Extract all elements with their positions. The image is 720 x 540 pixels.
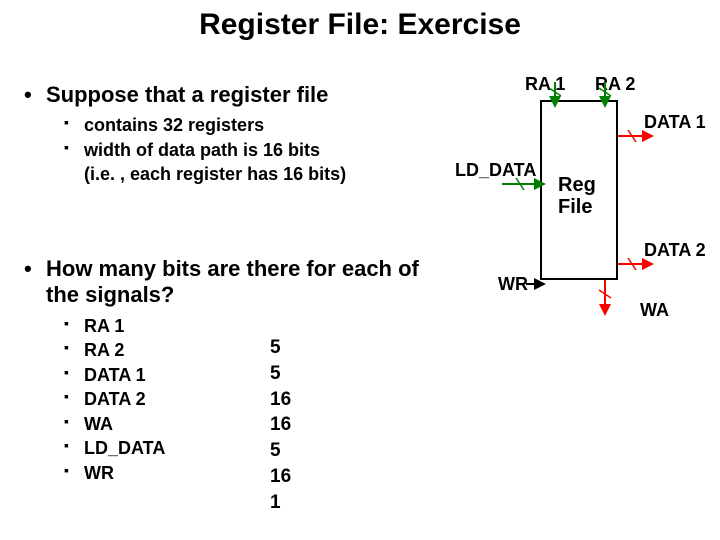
- signal-wr: WR: [24, 462, 454, 485]
- label-wa: WA: [640, 300, 669, 321]
- register-file-label: Reg File: [558, 174, 596, 218]
- signal-lddata: LD_DATA: [24, 437, 454, 460]
- file-text: File: [558, 196, 592, 218]
- arrow-wa-out: [596, 278, 614, 318]
- sub-32-regs: contains 32 registers: [24, 114, 454, 137]
- label-wr: WR: [498, 274, 528, 295]
- reg-text: Reg: [558, 174, 596, 196]
- signal-ra2: RA 2: [24, 339, 454, 362]
- ans-data1: 16: [270, 388, 291, 412]
- label-lddata: LD_DATA: [455, 160, 536, 181]
- sub-width-16-paren: (i.e. , each register has 16 bits): [24, 163, 454, 186]
- answers-column: 5 5 16 16 5 16 1: [270, 334, 291, 516]
- signal-data2: DATA 2: [24, 388, 454, 411]
- signal-wa: WA: [24, 413, 454, 436]
- ans-data2: 16: [270, 413, 291, 437]
- label-data2: DATA 2: [644, 240, 706, 261]
- label-ra2: RA 2: [595, 74, 635, 95]
- label-data1: DATA 1: [644, 112, 706, 133]
- slide-title: Register File: Exercise: [0, 8, 720, 42]
- bullet-question: How many bits are there for each of the …: [24, 256, 454, 309]
- ans-ra2: 5: [270, 362, 291, 386]
- signal-ra1: RA 1: [24, 315, 454, 338]
- ans-wr: 1: [270, 491, 291, 515]
- bullet-intro: Suppose that a register file: [24, 82, 454, 108]
- label-ra1: RA 1: [525, 74, 565, 95]
- signal-data1: DATA 1: [24, 364, 454, 387]
- ans-wa: 5: [270, 439, 291, 463]
- ans-ra1: 5: [270, 336, 291, 360]
- ans-lddata: 16: [270, 465, 291, 489]
- sub-width-16: width of data path is 16 bits: [24, 139, 454, 162]
